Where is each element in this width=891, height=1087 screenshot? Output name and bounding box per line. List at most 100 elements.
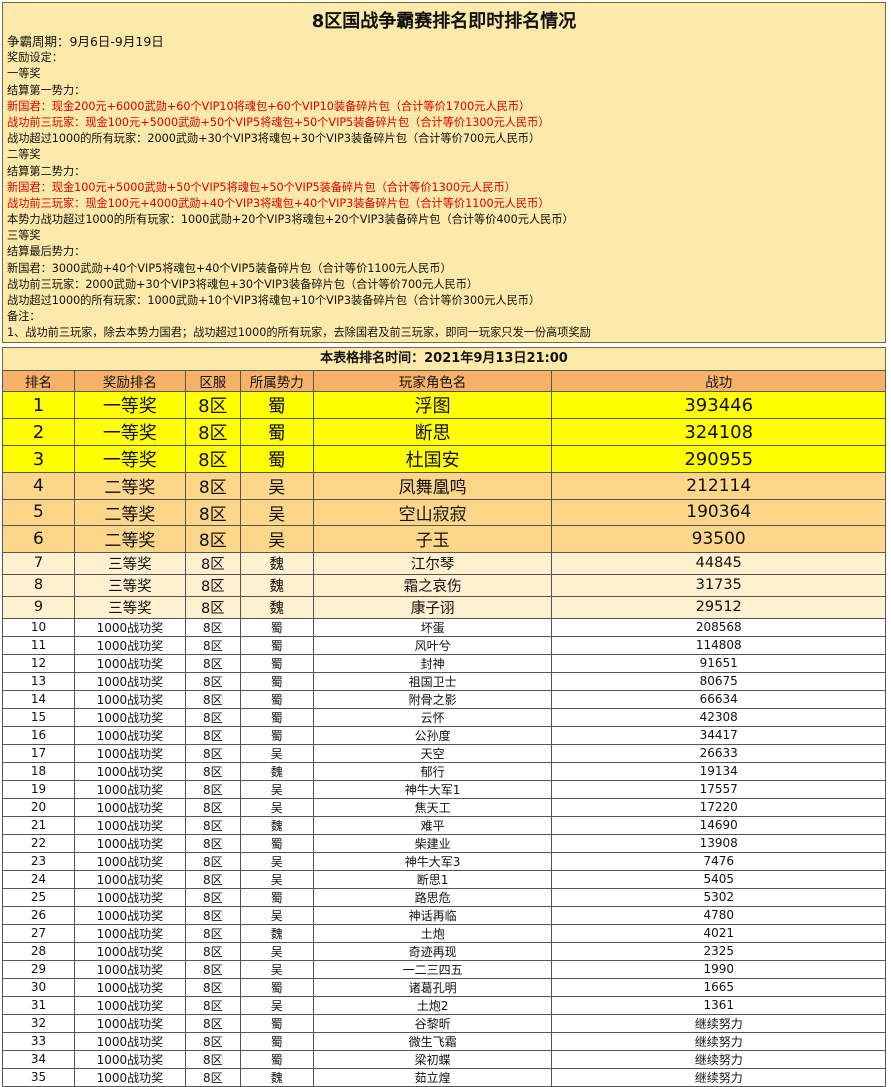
rank-cell[interactable]: 10 <box>2 617 75 637</box>
prize-cell[interactable]: 1000战功奖 <box>73 959 186 979</box>
faction-cell[interactable]: 魏 <box>239 551 314 575</box>
prize-cell[interactable]: 三等奖 <box>73 595 186 619</box>
server-cell[interactable]: 8区 <box>184 418 241 446</box>
prize-cell[interactable]: 1000战功奖 <box>73 833 186 853</box>
player-name-cell[interactable]: 云怀 <box>312 707 553 727</box>
server-cell[interactable]: 8区 <box>184 905 241 925</box>
server-cell[interactable]: 8区 <box>184 653 241 673</box>
score-cell[interactable]: 继续努力 <box>551 1031 886 1051</box>
score-cell[interactable]: 19134 <box>551 761 886 781</box>
faction-cell[interactable]: 吴 <box>239 797 314 817</box>
server-cell[interactable]: 8区 <box>184 498 241 526</box>
faction-cell[interactable]: 蜀 <box>239 1031 314 1051</box>
player-name-cell[interactable]: 梁初蝶 <box>312 1049 553 1069</box>
prize-cell[interactable]: 1000战功奖 <box>73 1013 186 1033</box>
player-name-cell[interactable]: 茹立煌 <box>312 1067 553 1087</box>
prize-cell[interactable]: 1000战功奖 <box>73 869 186 889</box>
rank-cell[interactable]: 3 <box>2 445 75 473</box>
score-cell[interactable]: 17220 <box>551 797 886 817</box>
score-cell[interactable]: 29512 <box>551 595 886 619</box>
score-cell[interactable]: 7476 <box>551 851 886 871</box>
rank-cell[interactable]: 16 <box>2 725 75 745</box>
score-cell[interactable]: 290955 <box>551 445 886 473</box>
player-name-cell[interactable]: 霜之哀伤 <box>312 573 553 597</box>
prize-cell[interactable]: 1000战功奖 <box>73 671 186 691</box>
player-name-cell[interactable]: 路思危 <box>312 887 553 907</box>
faction-cell[interactable]: 蜀 <box>239 725 314 745</box>
prize-cell[interactable]: 1000战功奖 <box>73 887 186 907</box>
rank-cell[interactable]: 1 <box>2 391 75 419</box>
player-name-cell[interactable]: 诸葛孔明 <box>312 977 553 997</box>
score-cell[interactable]: 114808 <box>551 635 886 655</box>
rank-cell[interactable]: 2 <box>2 418 75 446</box>
score-cell[interactable]: 14690 <box>551 815 886 835</box>
faction-cell[interactable]: 吴 <box>239 498 314 526</box>
prize-cell[interactable]: 1000战功奖 <box>73 743 186 763</box>
prize-cell[interactable]: 1000战功奖 <box>73 635 186 655</box>
prize-cell[interactable]: 一等奖 <box>73 445 186 473</box>
score-cell[interactable]: 80675 <box>551 671 886 691</box>
rank-cell[interactable]: 27 <box>2 923 75 943</box>
prize-cell[interactable]: 二等奖 <box>73 498 186 526</box>
rank-cell[interactable]: 19 <box>2 779 75 799</box>
rank-cell[interactable]: 31 <box>2 995 75 1015</box>
server-cell[interactable]: 8区 <box>184 1067 241 1087</box>
faction-cell[interactable]: 蜀 <box>239 689 314 709</box>
server-cell[interactable]: 8区 <box>184 707 241 727</box>
server-cell[interactable]: 8区 <box>184 617 241 637</box>
faction-cell[interactable]: 蜀 <box>239 887 314 907</box>
server-cell[interactable]: 8区 <box>184 689 241 709</box>
player-name-cell[interactable]: 土炮 <box>312 923 553 943</box>
faction-cell[interactable]: 魏 <box>239 595 314 619</box>
prize-cell[interactable]: 一等奖 <box>73 391 186 419</box>
prize-cell[interactable]: 1000战功奖 <box>73 995 186 1015</box>
faction-cell[interactable]: 吴 <box>239 959 314 979</box>
server-cell[interactable]: 8区 <box>184 445 241 473</box>
prize-cell[interactable]: 二等奖 <box>73 472 186 500</box>
server-cell[interactable]: 8区 <box>184 761 241 781</box>
header-prize[interactable]: 奖励排名 <box>73 370 186 392</box>
rank-cell[interactable]: 34 <box>2 1049 75 1069</box>
player-name-cell[interactable]: 祖国卫士 <box>312 671 553 691</box>
server-cell[interactable]: 8区 <box>184 869 241 889</box>
score-cell[interactable]: 继续努力 <box>551 1049 886 1069</box>
score-cell[interactable]: 5302 <box>551 887 886 907</box>
server-cell[interactable]: 8区 <box>184 671 241 691</box>
faction-cell[interactable]: 吴 <box>239 779 314 799</box>
prize-cell[interactable]: 1000战功奖 <box>73 1067 186 1087</box>
rank-cell[interactable]: 20 <box>2 797 75 817</box>
rank-cell[interactable]: 21 <box>2 815 75 835</box>
header-player-name[interactable]: 玩家角色名 <box>312 370 553 392</box>
faction-cell[interactable]: 蜀 <box>239 707 314 727</box>
rank-cell[interactable]: 14 <box>2 689 75 709</box>
prize-cell[interactable]: 1000战功奖 <box>73 797 186 817</box>
faction-cell[interactable]: 吴 <box>239 941 314 961</box>
rank-cell[interactable]: 26 <box>2 905 75 925</box>
player-name-cell[interactable]: 江尔琴 <box>312 551 553 575</box>
rank-cell[interactable]: 35 <box>2 1067 75 1087</box>
score-cell[interactable]: 4780 <box>551 905 886 925</box>
rank-cell[interactable]: 29 <box>2 959 75 979</box>
prize-cell[interactable]: 1000战功奖 <box>73 815 186 835</box>
prize-cell[interactable]: 1000战功奖 <box>73 761 186 781</box>
rank-cell[interactable]: 30 <box>2 977 75 997</box>
prize-cell[interactable]: 二等奖 <box>73 525 186 553</box>
prize-cell[interactable]: 1000战功奖 <box>73 689 186 709</box>
score-cell[interactable]: 208568 <box>551 617 886 637</box>
faction-cell[interactable]: 吴 <box>239 472 314 500</box>
faction-cell[interactable]: 魏 <box>239 573 314 597</box>
server-cell[interactable]: 8区 <box>184 923 241 943</box>
prize-cell[interactable]: 1000战功奖 <box>73 977 186 997</box>
faction-cell[interactable]: 魏 <box>239 815 314 835</box>
server-cell[interactable]: 8区 <box>184 1049 241 1069</box>
prize-cell[interactable]: 1000战功奖 <box>73 617 186 637</box>
server-cell[interactable]: 8区 <box>184 725 241 745</box>
header-score[interactable]: 战功 <box>551 370 886 392</box>
rank-cell[interactable]: 15 <box>2 707 75 727</box>
player-name-cell[interactable]: 杜国安 <box>312 445 553 473</box>
header-server[interactable]: 区服 <box>184 370 241 392</box>
prize-cell[interactable]: 1000战功奖 <box>73 725 186 745</box>
rank-cell[interactable]: 8 <box>2 573 75 597</box>
server-cell[interactable]: 8区 <box>184 743 241 763</box>
player-name-cell[interactable]: 公孙度 <box>312 725 553 745</box>
